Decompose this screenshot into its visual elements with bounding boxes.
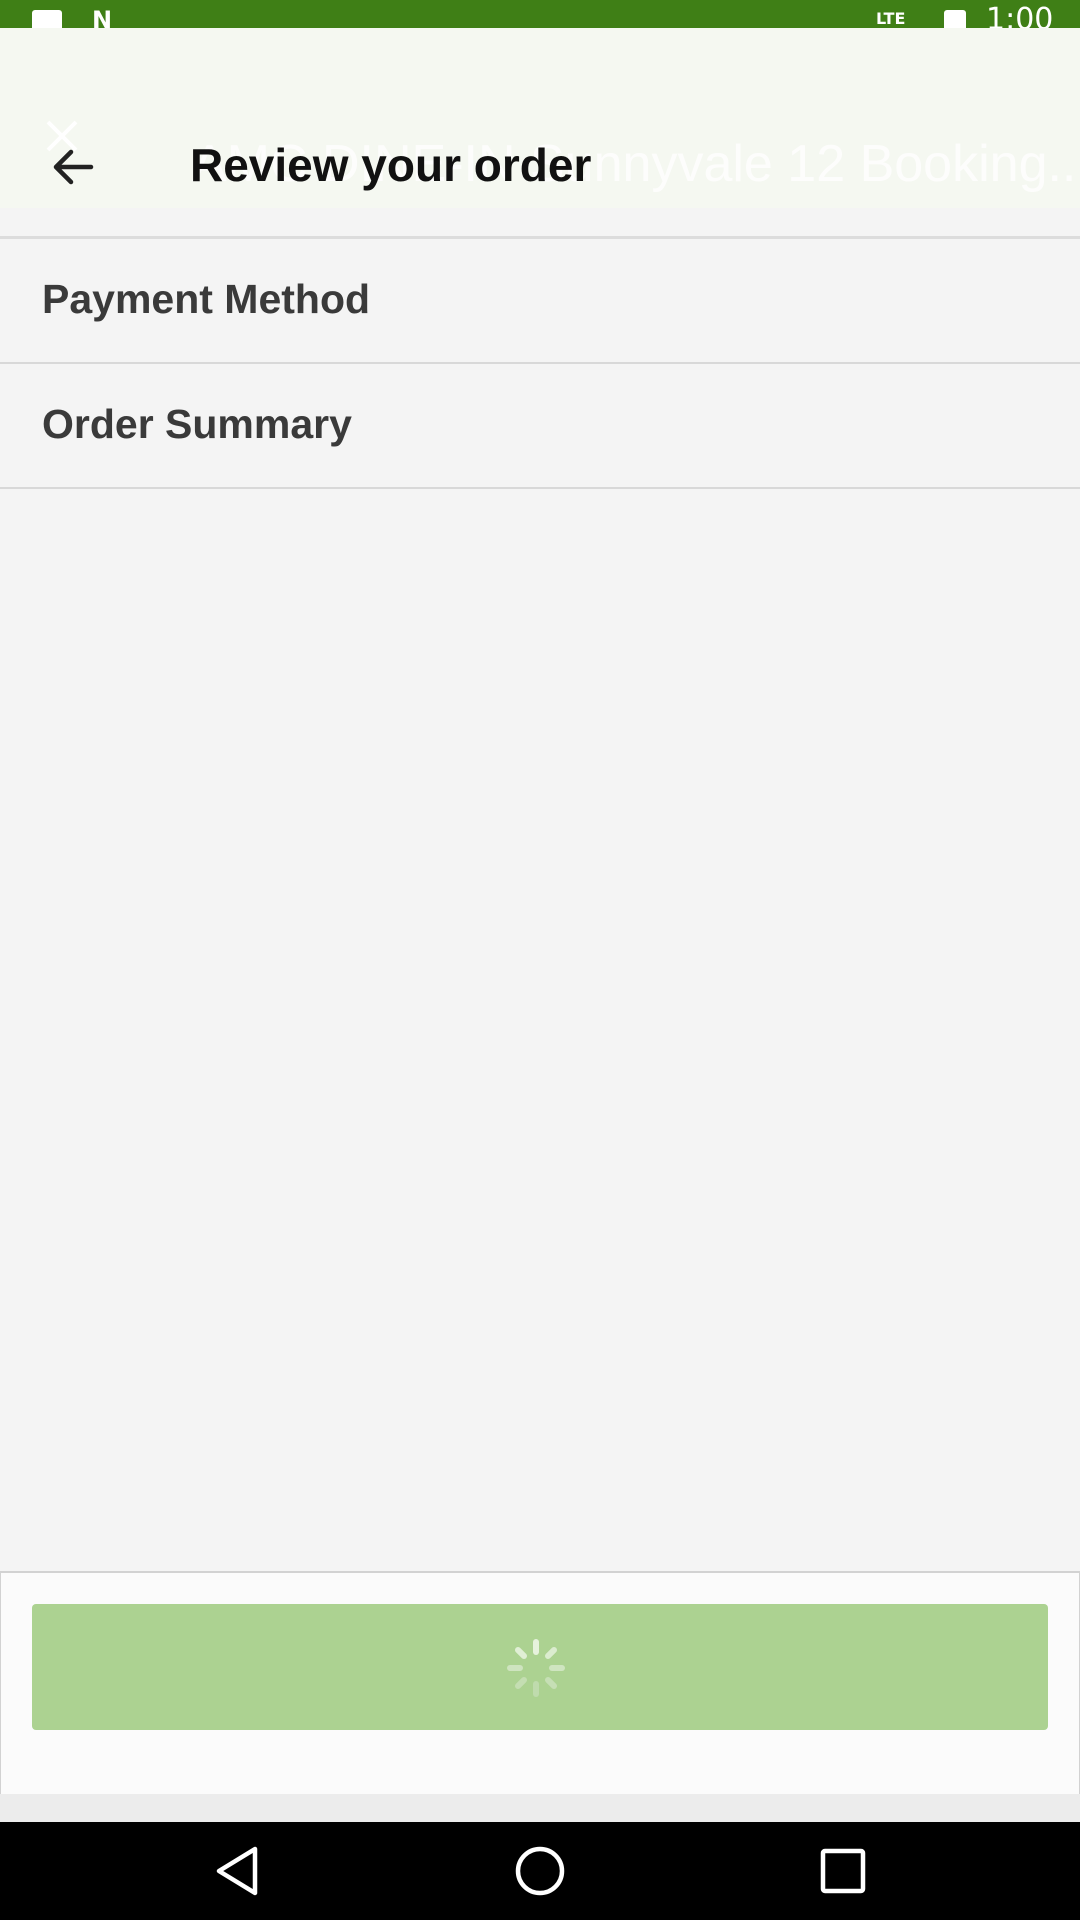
lte-indicator: LTE — [876, 9, 906, 28]
n-notification-icon: N — [92, 6, 113, 34]
square-recents-icon — [820, 1848, 866, 1894]
back-button[interactable] — [28, 122, 118, 212]
bottom-strip — [0, 1794, 1080, 1822]
arrow-left-icon — [53, 149, 94, 185]
circle-home-icon — [515, 1846, 565, 1896]
status-time: 1:00 — [986, 2, 1054, 37]
sd-card-icon — [32, 10, 62, 30]
battery-icon — [944, 10, 966, 30]
app-toolbar: Review your order — [0, 100, 1080, 230]
page-title: Review your order — [190, 139, 592, 191]
nav-back-button[interactable] — [202, 1836, 272, 1906]
payment-method-label: Payment Method — [42, 276, 371, 322]
status-bar: N LTE 1:00 — [0, 0, 1080, 37]
loading-spinner-icon — [507, 1639, 565, 1697]
toolbar-divider — [0, 236, 1080, 239]
system-navigation-bar — [0, 1822, 1080, 1920]
triangle-back-icon — [216, 1846, 258, 1896]
nav-home-button[interactable] — [505, 1836, 575, 1906]
order-summary-label: Order Summary — [42, 401, 352, 447]
payment-method-section[interactable]: Payment Method — [0, 240, 1080, 364]
nav-recents-button[interactable] — [808, 1836, 878, 1906]
order-summary-section[interactable]: Order Summary — [0, 365, 1080, 489]
